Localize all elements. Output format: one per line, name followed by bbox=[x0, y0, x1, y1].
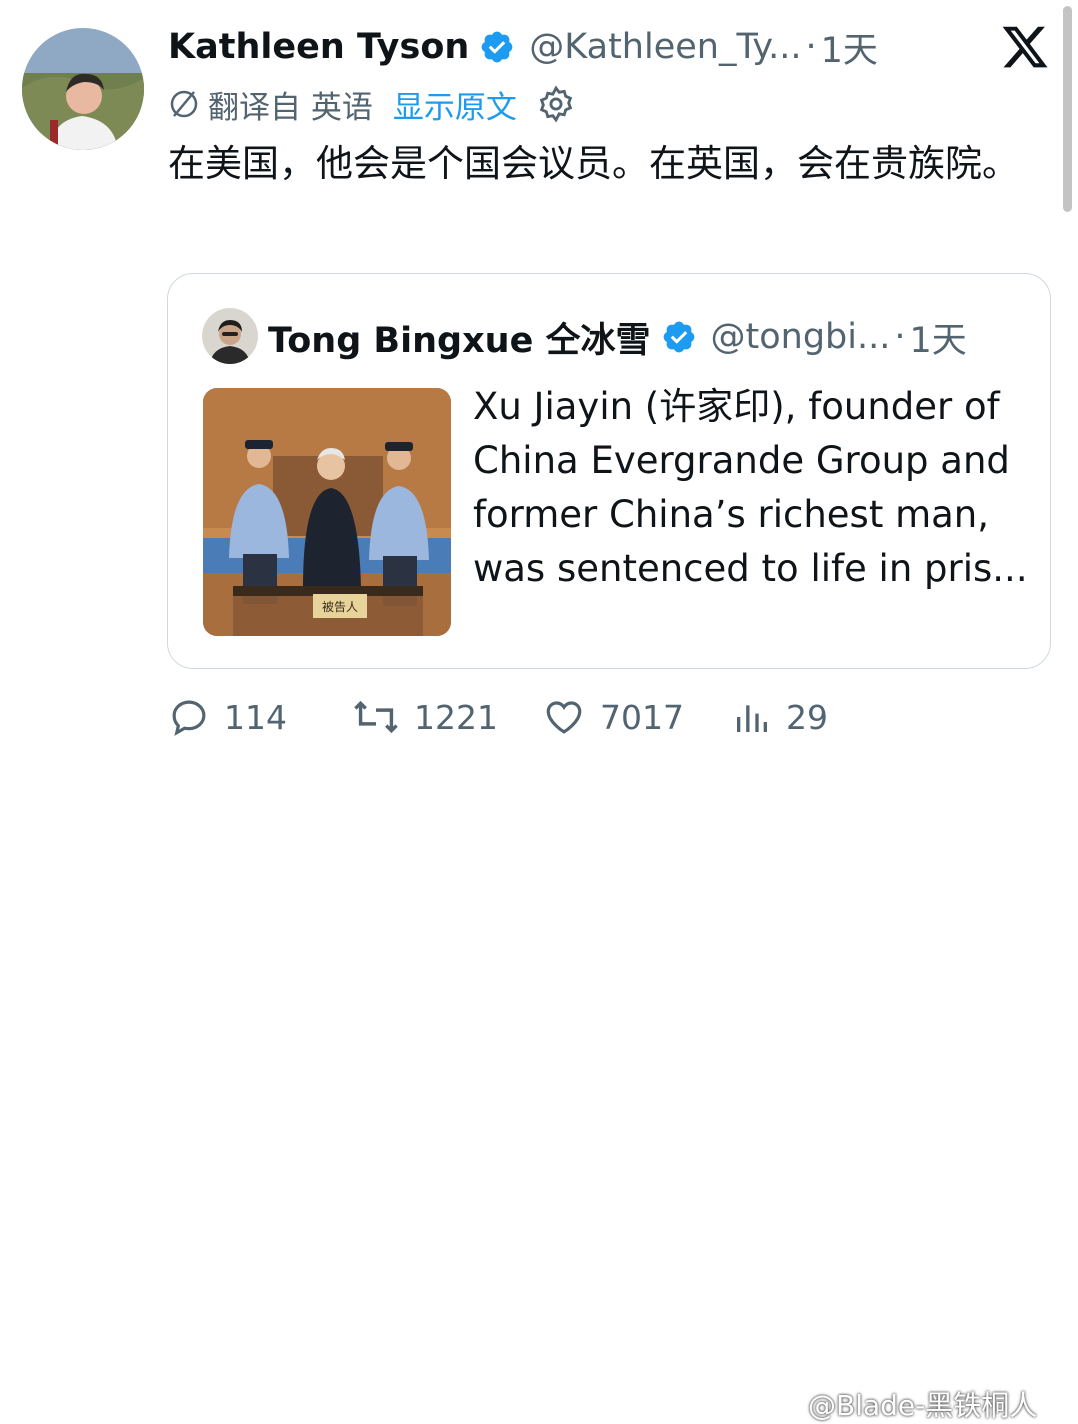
quote-author-handle[interactable]: @tongbi... bbox=[711, 317, 891, 357]
separator-dot: · bbox=[894, 317, 906, 357]
quote-time[interactable]: 1天 bbox=[910, 312, 967, 363]
quote-header: Tong Bingxue 仝冰雪 @tongbi... · 1天 bbox=[268, 310, 967, 364]
retweet-count: 1221 bbox=[414, 697, 498, 737]
reply-count: 114 bbox=[224, 697, 287, 737]
translate-icon bbox=[168, 88, 200, 120]
watermark: @Blade-黑铁桐人 bbox=[808, 1389, 1038, 1422]
like-icon bbox=[546, 701, 582, 734]
verified-badge-icon bbox=[661, 319, 697, 355]
tweet-header: Kathleen Tyson @Kathleen_Ty... · 1天 bbox=[168, 22, 878, 72]
quote-author-avatar[interactable] bbox=[202, 308, 258, 364]
scrollbar[interactable] bbox=[1063, 6, 1072, 212]
action-bar: 114 1221 7017 29 @Blade-黑铁桐人 bbox=[0, 692, 1078, 1422]
views-icon bbox=[737, 705, 767, 732]
retweet-icon bbox=[354, 700, 398, 734]
like-count: 7017 bbox=[600, 697, 684, 737]
tweet-text: 在美国，他会是个国会议员。在英国，会在贵族院。 bbox=[168, 142, 1019, 185]
quote-image[interactable]: 被告人 bbox=[203, 388, 451, 636]
quoted-tweet[interactable]: Tong Bingxue 仝冰雪 @tongbi... · 1天 被告人 Xu … bbox=[167, 273, 1051, 669]
translated-from-label: 翻译自 英语 bbox=[208, 89, 373, 126]
separator-dot: · bbox=[805, 27, 817, 67]
views-count: 29 bbox=[786, 697, 828, 737]
views-button[interactable]: 29 bbox=[732, 692, 828, 742]
reply-icon bbox=[172, 700, 206, 736]
like-button[interactable]: 7017 bbox=[542, 692, 684, 742]
tweet-time[interactable]: 1天 bbox=[821, 22, 878, 73]
gear-icon[interactable] bbox=[537, 85, 575, 123]
show-original-link[interactable]: 显示原文 bbox=[393, 82, 517, 127]
retweet-button[interactable]: 1221 bbox=[352, 692, 498, 742]
quote-text: Xu Jiayin (许家印), founder of China Evergr… bbox=[473, 385, 1028, 590]
defendant-sign: 被告人 bbox=[322, 600, 358, 614]
verified-badge-icon bbox=[479, 29, 515, 65]
author-handle[interactable]: @Kathleen_Ty... bbox=[529, 27, 801, 67]
author-avatar[interactable] bbox=[22, 28, 144, 150]
reply-button[interactable]: 114 bbox=[168, 692, 287, 742]
quote-author-name[interactable]: Tong Bingxue 仝冰雪 bbox=[268, 312, 651, 363]
author-name[interactable]: Kathleen Tyson bbox=[168, 27, 469, 67]
translation-bar: 翻译自 英语 显示原文 bbox=[168, 80, 575, 128]
x-logo-icon[interactable] bbox=[1000, 22, 1050, 72]
